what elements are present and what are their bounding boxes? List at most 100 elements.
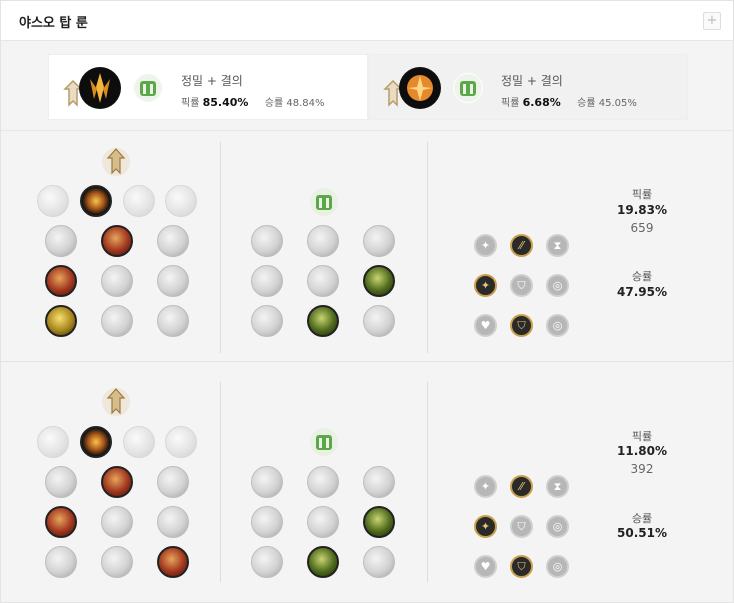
win-label: 승률 — [631, 512, 653, 525]
second-wind-icon[interactable] — [307, 506, 339, 538]
last-stand-icon[interactable] — [157, 546, 189, 578]
win-rate: 47.95% — [617, 285, 667, 299]
resolve-icon — [310, 428, 338, 456]
conditioning-icon[interactable] — [251, 265, 283, 297]
shard-armor-icon[interactable]: ⛉ — [510, 555, 533, 578]
path-combo-name: 정밀 + 결의 — [501, 74, 563, 88]
revitalize-icon[interactable] — [307, 305, 339, 337]
font-of-life-icon[interactable] — [307, 466, 339, 498]
summary-tabs: 정밀 + 결의 픽률 85.40% 승률 48.84% 정밀 + 결의 픽률 6… — [1, 41, 733, 130]
bone-plating-icon[interactable] — [363, 265, 395, 297]
win-rate: 45.05% — [598, 98, 637, 109]
shield-bash-icon[interactable] — [363, 225, 395, 257]
shard-adaptive-icon[interactable]: ✦ — [474, 234, 497, 257]
rune-build-1: ✦ ⁄⁄ ⧗ ✦ ⛉ ◎ ♥ ⛉ ◎ 픽률 19.83% 659 승률 47.9… — [1, 130, 733, 361]
precision-icon — [102, 148, 130, 176]
shard-adaptive-icon[interactable]: ✦ — [474, 274, 497, 297]
shield-bash-icon[interactable] — [363, 466, 395, 498]
shard-armor-icon[interactable]: ⛉ — [510, 314, 533, 337]
second-wind-icon[interactable] — [307, 265, 339, 297]
lethal-tempo-icon[interactable] — [123, 185, 155, 217]
game-count: 392 — [630, 462, 654, 476]
game-count: 659 — [630, 221, 654, 235]
shard-attack-speed-icon[interactable]: ⁄⁄ — [510, 475, 533, 498]
shard-armor-icon[interactable]: ⛉ — [510, 274, 533, 297]
rune-tab-1[interactable]: 정밀 + 결의 픽률 85.40% 승률 48.84% — [48, 54, 368, 120]
overgrowth-icon[interactable] — [251, 305, 283, 337]
font-of-life-icon[interactable] — [307, 225, 339, 257]
expand-button[interactable]: + — [703, 12, 721, 30]
legend-bloodline-icon[interactable] — [157, 506, 189, 538]
demolish-icon[interactable] — [251, 225, 283, 257]
fleet-footwork-icon[interactable] — [165, 185, 197, 217]
legend-tenacity-icon[interactable] — [101, 265, 133, 297]
revitalize-icon[interactable] — [307, 546, 339, 578]
resolve-icon — [453, 73, 483, 103]
pick-label: 픽률 — [631, 430, 653, 443]
rune-build-2: ✦ ⁄⁄ ⧗ ✦ ⛉ ◎ ♥ ⛉ ◎ 픽률 11.80% 392 승률 50.5… — [1, 361, 733, 602]
legend-alacrity-icon[interactable] — [45, 265, 77, 297]
pick-label: 픽률 — [631, 188, 653, 201]
triumph-icon[interactable] — [101, 225, 133, 257]
resolve-icon — [133, 73, 163, 103]
overheal-icon[interactable] — [45, 225, 77, 257]
panel-header: 야스오 탑 룬 + — [1, 1, 733, 41]
legend-alacrity-icon[interactable] — [45, 506, 77, 538]
rune-tab-2[interactable]: 정밀 + 결의 픽률 6.68% 승률 45.05% — [368, 54, 688, 120]
pick-rate: 6.68% — [522, 96, 561, 109]
shard-armor-icon[interactable]: ⛉ — [510, 515, 533, 538]
fleet-footwork-icon[interactable] — [165, 426, 197, 458]
press-the-attack-icon[interactable] — [37, 426, 69, 458]
demolish-icon[interactable] — [251, 466, 283, 498]
pick-label: 픽률 — [501, 98, 520, 109]
shard-health-icon[interactable]: ♥ — [474, 314, 497, 337]
shard-magic-resist-icon[interactable]: ◎ — [546, 314, 569, 337]
win-label: 승률 — [264, 98, 284, 109]
win-rate: 50.51% — [617, 526, 667, 540]
pick-rate: 19.83% — [617, 203, 667, 217]
lethal-tempo-icon[interactable] — [123, 426, 155, 458]
resolve-icon — [310, 188, 338, 216]
shard-health-icon[interactable]: ♥ — [474, 555, 497, 578]
legend-bloodline-icon[interactable] — [157, 265, 189, 297]
presence-of-mind-icon[interactable] — [157, 466, 189, 498]
last-stand-icon[interactable] — [157, 305, 189, 337]
bone-plating-icon[interactable] — [363, 506, 395, 538]
shard-ability-haste-icon[interactable]: ⧗ — [546, 234, 569, 257]
press-the-attack-icon[interactable] — [37, 185, 69, 217]
coup-de-grace-icon[interactable] — [45, 305, 77, 337]
shard-attack-speed-icon[interactable]: ⁄⁄ — [510, 234, 533, 257]
overgrowth-icon[interactable] — [251, 546, 283, 578]
pick-rate: 11.80% — [617, 444, 667, 458]
shard-adaptive-icon[interactable]: ✦ — [474, 475, 497, 498]
cut-down-icon[interactable] — [101, 305, 133, 337]
unflinching-icon[interactable] — [363, 546, 395, 578]
presence-of-mind-icon[interactable] — [157, 225, 189, 257]
win-label: 승률 — [631, 270, 653, 283]
conqueror-icon — [79, 67, 121, 109]
shard-ability-haste-icon[interactable]: ⧗ — [546, 475, 569, 498]
fleet-footwork-icon — [399, 67, 441, 109]
conqueror-icon[interactable] — [80, 185, 112, 217]
win-label: 승률 — [577, 98, 596, 109]
rune-panel: 야스오 탑 룬 + 정밀 + 결의 픽률 85.40% 승률 48.84% 정밀… — [0, 0, 734, 603]
shard-adaptive-icon[interactable]: ✦ — [474, 515, 497, 538]
pick-label: 픽률 — [181, 98, 200, 109]
shard-magic-resist-icon[interactable]: ◎ — [546, 515, 569, 538]
page-title: 야스오 탑 룬 — [19, 16, 88, 31]
cut-down-icon[interactable] — [101, 546, 133, 578]
unflinching-icon[interactable] — [363, 305, 395, 337]
shard-magic-resist-icon[interactable]: ◎ — [546, 555, 569, 578]
precision-icon — [102, 388, 130, 416]
pick-win-stats: 픽률 85.40% 승률 48.84% — [181, 94, 325, 109]
conditioning-icon[interactable] — [251, 506, 283, 538]
shard-magic-resist-icon[interactable]: ◎ — [546, 274, 569, 297]
path-combo-name: 정밀 + 결의 — [181, 74, 243, 88]
triumph-icon[interactable] — [101, 466, 133, 498]
legend-tenacity-icon[interactable] — [101, 506, 133, 538]
overheal-icon[interactable] — [45, 466, 77, 498]
coup-de-grace-icon[interactable] — [45, 546, 77, 578]
pick-win-stats: 픽률 6.68% 승률 45.05% — [501, 94, 637, 109]
conqueror-icon[interactable] — [80, 426, 112, 458]
win-rate: 48.84% — [286, 98, 325, 109]
